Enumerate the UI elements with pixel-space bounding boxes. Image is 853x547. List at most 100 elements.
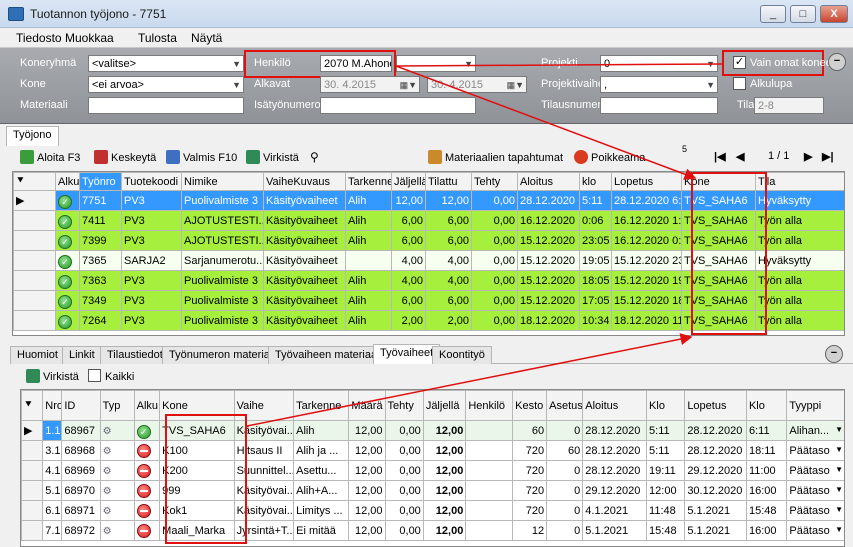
row-selector[interactable]	[21, 500, 44, 521]
alkavat-to[interactable]: 30. 4.2015 ▦▼	[427, 76, 527, 93]
grid1-header[interactable]: Aloitus	[517, 172, 580, 191]
materiaali-input[interactable]	[88, 97, 244, 114]
keskeyta-button[interactable]: Keskeytä	[94, 150, 156, 164]
row-selector[interactable]	[21, 460, 44, 481]
grid2-header-selector[interactable]: ⯆	[21, 390, 44, 421]
isatyonumero-input[interactable]	[320, 97, 476, 114]
materiaalien-tapahtumat-button[interactable]: Materiaalien tapahtumat	[428, 150, 563, 164]
alkulupa-checkbox[interactable]	[733, 77, 746, 90]
tyyppi-select[interactable]: Päätaso ▼	[786, 460, 844, 481]
tilausnumero-input[interactable]	[600, 97, 718, 114]
tyyppi-select[interactable]: Alihan... ▼	[786, 420, 844, 441]
menu-nayta[interactable]: Näytä	[191, 31, 222, 45]
last-page-icon[interactable]: ▶|	[822, 150, 834, 163]
first-page-icon[interactable]: |◀	[714, 150, 726, 163]
kaikki-checkbox[interactable]	[88, 369, 101, 382]
bottom-virkista-button[interactable]: Virkistä	[26, 369, 79, 383]
grid1-header[interactable]: Tuotekoodi	[121, 172, 182, 191]
grid2-header[interactable]: Kesto	[512, 390, 548, 421]
grid1-header[interactable]: Työnro	[79, 172, 122, 191]
grid2-header[interactable]: ID	[61, 390, 101, 421]
aloita-button[interactable]: Aloita F3	[20, 150, 80, 164]
grid2-header[interactable]: Klo	[646, 390, 686, 421]
grid2-header[interactable]: Aloitus	[582, 390, 648, 421]
valmis-button[interactable]: Valmis F10	[166, 150, 237, 164]
kaikki-toggle[interactable]: Kaikki	[88, 369, 134, 383]
menu-tulosta[interactable]: Tulosta	[138, 31, 177, 45]
tyyppi-select[interactable]: Päätaso ▼	[786, 440, 844, 461]
kone-select[interactable]: <ei arvoa> ▼	[88, 76, 244, 93]
collapse-bottom-icon[interactable]: −	[825, 345, 843, 363]
row-selector[interactable]	[13, 310, 56, 331]
row-selector[interactable]	[13, 210, 56, 231]
tab-tyojono[interactable]: Työjono	[6, 126, 59, 146]
henkilo-dropdown[interactable]: ▼	[396, 55, 476, 72]
tyovaihe-row[interactable]: ▶ 1.1 68967 ⚙ ✓ TVS_SAHA6 Käsityövai... Alih 12,…	[21, 420, 844, 441]
vain-omat-checkbox[interactable]: ✓	[733, 56, 746, 69]
grid1-header[interactable]: Tehty	[471, 172, 518, 191]
grid1-header[interactable]: klo	[579, 172, 612, 191]
row-selector[interactable]	[21, 520, 44, 541]
grid1-header[interactable]: Alku	[55, 172, 80, 191]
tyovaihe-row[interactable]: 4.1 68969 ⚙ K200 Suunnittel... Asettu... 12,00…	[21, 460, 844, 481]
tab-tilaustiedot[interactable]: Tilaustiedot	[100, 346, 170, 364]
tab-linkit[interactable]: Linkit	[62, 346, 102, 364]
grid2-header[interactable]: Tehty	[384, 390, 424, 421]
row-selector[interactable]: ▶	[21, 420, 44, 441]
grid2-header[interactable]: Tyyppi	[786, 390, 844, 421]
grid2-header[interactable]: Nro	[42, 390, 63, 421]
grid2-header[interactable]: Lopetus	[684, 390, 747, 421]
row-selector[interactable]	[21, 480, 44, 501]
virkista-button[interactable]: Virkistä	[246, 150, 299, 164]
poikkeama-button[interactable]: Poikkeama	[574, 150, 645, 164]
grid2-header[interactable]: Jäljellä	[422, 390, 467, 421]
menu-tiedosto[interactable]: Tiedosto	[16, 31, 62, 45]
collapse-filter-icon[interactable]: −	[828, 53, 846, 71]
grid2-header[interactable]: Tarkenne	[293, 390, 350, 421]
tyovaihe-row[interactable]: 5.1 68970 ⚙ 999 Käsityövai... Alih+A... 12,00 0…	[21, 480, 844, 501]
grid2-header[interactable]: Henkilö	[465, 390, 514, 421]
projekti-select[interactable]: 0 ▼	[600, 55, 718, 72]
row-selector[interactable]	[13, 230, 56, 251]
row-selector[interactable]	[21, 440, 44, 461]
menu-muokkaa[interactable]: Muokkaa	[65, 31, 114, 45]
alkavat-label: Alkavat	[254, 78, 291, 90]
tyovaihe-row[interactable]: 6.1 68971 ⚙ Kok1 Käsityövai... Limitys ... 12,…	[21, 500, 844, 521]
tab-tyovaiheet[interactable]: Työvaiheet	[373, 344, 441, 364]
tab-huomiot[interactable]: Huomiot	[10, 346, 65, 364]
henkilo-select[interactable]: 2070 M.Ahonen	[320, 55, 392, 72]
next-page-icon[interactable]: ▶	[804, 150, 812, 163]
row-selector[interactable]	[13, 290, 56, 311]
minimize-button[interactable]: _	[760, 5, 786, 23]
grid2-header[interactable]: Typ	[99, 390, 135, 421]
tyyppi-select[interactable]: Päätaso ▼	[786, 480, 844, 501]
prev-page-icon[interactable]: ◀	[736, 150, 744, 163]
maximize-button[interactable]: □	[790, 5, 816, 23]
grid2-header[interactable]: Klo	[745, 390, 788, 421]
grid2-header[interactable]: Asetus	[546, 390, 584, 421]
grid1-header[interactable]: Tilattu	[425, 172, 472, 191]
tyovaihe-row[interactable]: 7.1 68972 ⚙ Maali_Marka Jyrsintä+T... Ei mitä…	[21, 520, 844, 541]
grid1-header[interactable]: Lopetus	[611, 172, 682, 191]
grid1-header[interactable]: Tarkenne	[345, 172, 392, 191]
row-selector[interactable]: ▶	[13, 190, 56, 211]
tyyppi-select[interactable]: Päätaso ▼	[786, 520, 844, 541]
grid2-header[interactable]: Alku	[133, 390, 161, 421]
grid1-header[interactable]: Tila	[755, 172, 844, 191]
close-button[interactable]: X	[820, 5, 848, 23]
grid1-header[interactable]: Nimike	[181, 172, 264, 191]
koneryhma-select[interactable]: <valitse> ▼	[88, 55, 244, 72]
projektivaihe-select[interactable]: , ▼	[600, 76, 718, 93]
tila-input[interactable]: 2-8	[754, 97, 824, 114]
grid1-header[interactable]: VaiheKuvaus	[263, 172, 346, 191]
tyovaihe-row[interactable]: 3.1 68968 ⚙ K100 Hitsaus II Alih ja ... 12,00 0…	[21, 440, 844, 461]
grid2-header[interactable]: Määrä	[348, 390, 386, 421]
tab-koontityo[interactable]: Koontityö	[432, 346, 492, 364]
tyyppi-select[interactable]: Päätaso ▼	[786, 500, 844, 521]
row-selector[interactable]	[13, 270, 56, 291]
binoculars-icon[interactable]: ⚲	[310, 150, 319, 164]
row-selector[interactable]	[13, 250, 56, 271]
grid1-header[interactable]: Jäljellä	[391, 172, 426, 191]
grid1-header-selector[interactable]: ⯆	[13, 172, 56, 191]
alkavat-from[interactable]: 30. 4.2015 ▦▼	[320, 76, 420, 93]
